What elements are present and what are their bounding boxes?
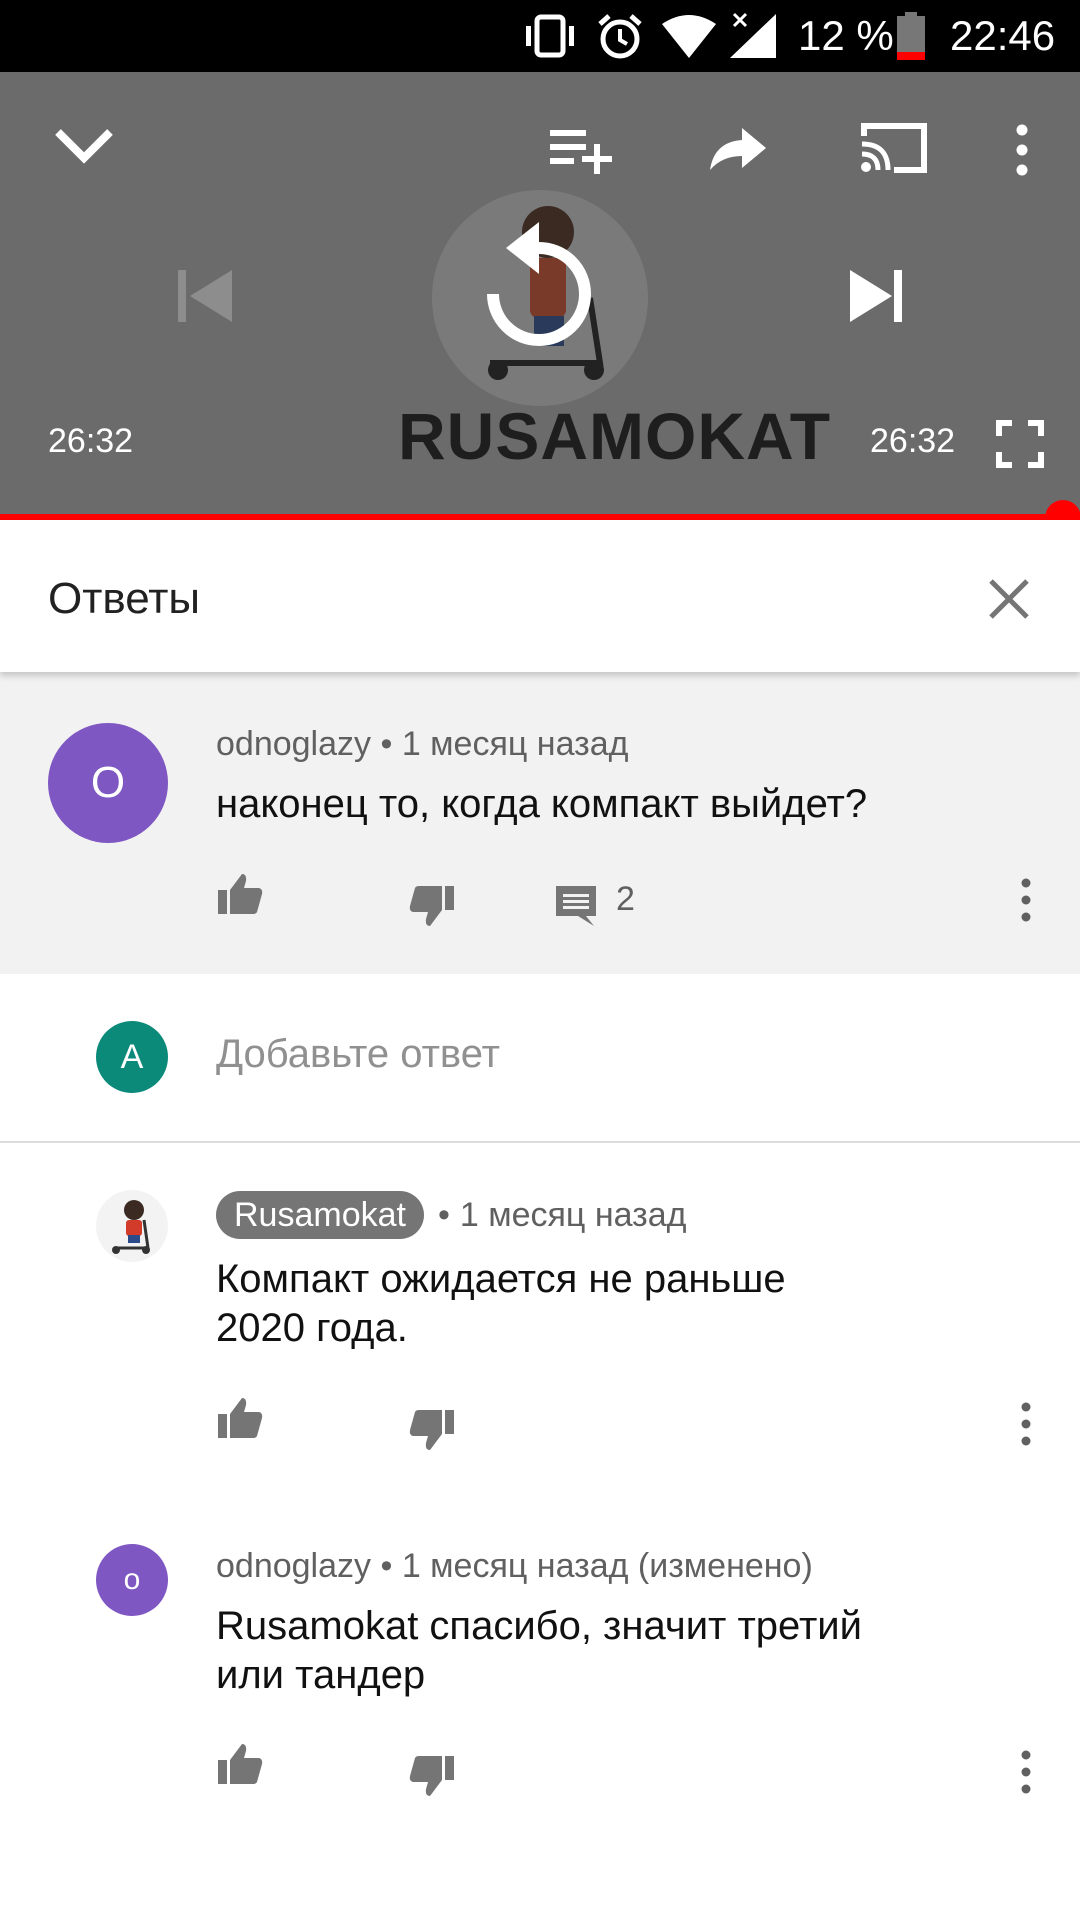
status-bar: 12 % 22:46 — [0, 0, 1080, 72]
reply-more-icon[interactable] — [1016, 1750, 1036, 1794]
meta-separator: • — [380, 1547, 393, 1585]
meta-separator: • — [380, 725, 393, 763]
share-icon[interactable] — [708, 126, 768, 172]
like-icon[interactable] — [216, 1742, 264, 1786]
reply-text-line: 2020 года. — [216, 1306, 408, 1350]
reply-author[interactable]: odnoglazy — [216, 1547, 371, 1585]
replay-icon[interactable] — [480, 218, 598, 352]
like-icon[interactable] — [216, 1396, 264, 1440]
comment-time: 1 месяц назад — [401, 725, 629, 763]
dislike-icon[interactable] — [408, 884, 456, 928]
comment-author[interactable]: odnoglazy — [216, 725, 371, 763]
reply-more-icon[interactable] — [1016, 1402, 1036, 1446]
channel-avatar[interactable] — [96, 1190, 168, 1262]
like-icon[interactable] — [216, 872, 264, 916]
clock: 22:46 — [950, 12, 1056, 59]
video-player[interactable]: RUSAMOKAT 26:32 26:32 — [0, 72, 1080, 518]
reply-text-line: или тандер — [216, 1653, 426, 1697]
replies-title: Ответы — [48, 574, 201, 623]
battery-icon — [897, 12, 925, 60]
reply-text-line: Компакт ожидается не раньше — [216, 1257, 786, 1301]
wifi-icon — [662, 15, 716, 58]
reply-text: Rusamokat спасибо, значит третий или тан… — [216, 1602, 862, 1700]
alarm-icon — [598, 14, 642, 59]
reply-meta: odnoglazy • 1 месяц назад (изменено) — [216, 1547, 813, 1586]
previous-icon[interactable] — [176, 268, 234, 324]
comment-text: наконец то, когда компакт выйдет? — [216, 782, 868, 826]
user-avatar: A — [96, 1021, 168, 1093]
meta-separator: • — [437, 1195, 450, 1234]
dislike-icon[interactable] — [408, 1754, 456, 1798]
reply-text: Компакт ожидается не раньше 2020 года. — [216, 1255, 786, 1353]
battery-percent: 12 % — [798, 12, 894, 59]
vibrate-icon — [526, 14, 574, 58]
reply-time: 1 месяц назад (изменено) — [401, 1547, 813, 1585]
reply-time: 1 месяц назад — [459, 1195, 687, 1234]
reply-comment-icon[interactable] — [554, 884, 598, 928]
add-to-playlist-icon[interactable] — [548, 124, 612, 176]
comment-more-icon[interactable] — [1016, 878, 1036, 922]
reply-text-line: Rusamokat спасибо, значит третий — [216, 1604, 862, 1648]
dislike-icon[interactable] — [408, 1408, 456, 1452]
avatar[interactable]: o — [96, 1544, 168, 1616]
add-reply-input[interactable]: Добавьте ответ — [216, 1032, 500, 1077]
comment-meta: odnoglazy • 1 месяц назад — [216, 725, 628, 764]
more-options-icon[interactable] — [1010, 124, 1034, 176]
reply-meta: Rusamokat • 1 месяц назад — [216, 1191, 687, 1239]
close-icon[interactable] — [988, 578, 1030, 620]
reply-count[interactable]: 2 — [616, 880, 635, 919]
author-badge[interactable]: Rusamokat — [216, 1191, 424, 1239]
fullscreen-icon[interactable] — [996, 420, 1044, 468]
divider — [0, 1141, 1080, 1143]
signal-icon — [730, 12, 776, 58]
avatar[interactable]: O — [48, 723, 168, 843]
minimize-chevron-icon[interactable] — [52, 124, 116, 168]
cast-icon[interactable] — [858, 120, 930, 176]
channel-logo-text: RUSAMOKAT — [398, 399, 832, 473]
next-icon[interactable] — [848, 268, 906, 324]
time-total: 26:32 — [870, 422, 956, 460]
time-elapsed: 26:32 — [48, 422, 134, 460]
